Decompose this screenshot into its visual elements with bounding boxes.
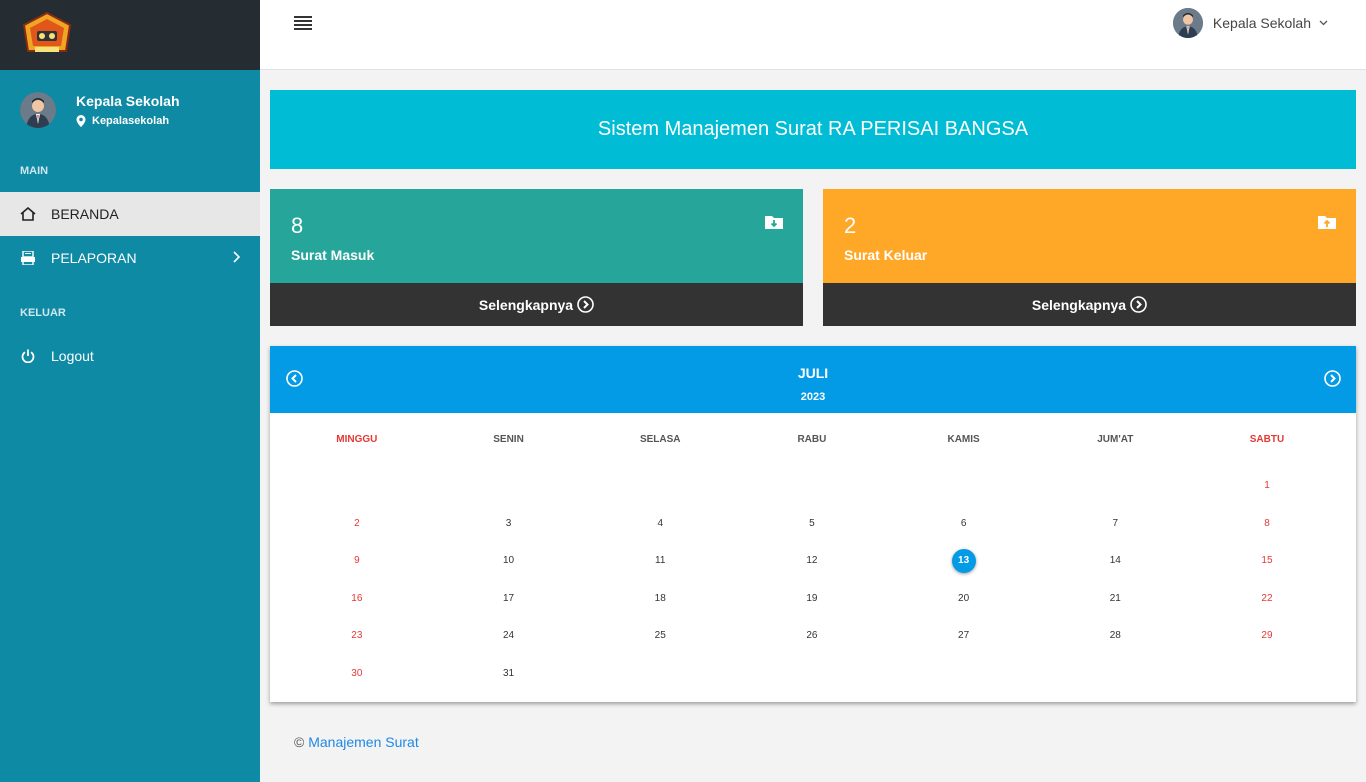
power-icon xyxy=(20,348,36,364)
calendar-day[interactable]: 10 xyxy=(433,542,585,580)
card-count: 2 xyxy=(844,213,857,238)
sidebar-item-label: BERANDA xyxy=(51,206,119,222)
copyright-symbol: © xyxy=(294,734,305,750)
calendar-day[interactable]: 7 xyxy=(1039,505,1191,543)
circle-arrow-right-icon xyxy=(577,296,594,313)
calendar-day-today[interactable]: 13 xyxy=(888,542,1040,580)
calendar-day[interactable]: 26 xyxy=(736,617,888,655)
footer: © Manajemen Surat xyxy=(294,734,419,750)
user-dropdown[interactable]: Kepala Sekolah xyxy=(1172,8,1328,38)
sidebar-user-role: Kepalasekolah xyxy=(76,115,180,127)
calendar-empty-cell xyxy=(888,467,1040,505)
calendar-empty-cell xyxy=(433,467,585,505)
sidebar-item-beranda[interactable]: BERANDA xyxy=(0,192,260,236)
card-count: 8 xyxy=(291,213,304,238)
calendar-day[interactable]: 14 xyxy=(1039,542,1191,580)
calendar-day[interactable]: 17 xyxy=(433,580,585,618)
weekday-header: JUM'AT xyxy=(1097,434,1134,445)
calendar-day[interactable]: 18 xyxy=(584,580,736,618)
calendar-day[interactable]: 6 xyxy=(888,505,1040,543)
folder-download-icon xyxy=(765,216,783,229)
school-logo-icon[interactable] xyxy=(20,11,74,59)
calendar-day[interactable]: 22 xyxy=(1191,580,1343,618)
avatar xyxy=(1172,8,1203,38)
card-surat-masuk: 8 Surat Masuk Selengkapnya xyxy=(270,189,803,326)
calendar-day[interactable]: 11 xyxy=(584,542,736,580)
sidebar: Kepala Sekolah Kepalasekolah MAIN BERAND… xyxy=(0,0,260,782)
calendar-month: JULI xyxy=(797,365,829,381)
printer-icon xyxy=(20,250,36,266)
calendar-day[interactable]: 9 xyxy=(281,542,433,580)
calendar-day[interactable]: 21 xyxy=(1039,580,1191,618)
card-body: 2 Surat Keluar xyxy=(823,189,1356,283)
calendar-day[interactable]: 30 xyxy=(281,655,433,693)
weekday-header: SENIN xyxy=(493,434,524,445)
next-month-icon[interactable] xyxy=(1324,370,1341,387)
calendar-day[interactable]: 1 xyxy=(1191,467,1343,505)
weekday-header: SABTU xyxy=(1249,434,1285,445)
calendar-day[interactable]: 25 xyxy=(584,617,736,655)
calendar-header: JULI 2023 xyxy=(270,346,1356,413)
card-more-text: Selengkapnya xyxy=(478,296,574,313)
calendar-day[interactable]: 2 xyxy=(281,505,433,543)
sidebar-user: Kepala Sekolah Kepalasekolah xyxy=(0,70,260,150)
sidebar-item-label: PELAPORAN xyxy=(51,250,137,266)
calendar-year: 2023 xyxy=(800,391,826,403)
card-more-link[interactable]: Selengkapnya xyxy=(823,283,1356,326)
chevron-down-icon xyxy=(1319,20,1328,26)
weekday-header: RABU xyxy=(797,434,827,445)
menu-toggle-icon[interactable] xyxy=(294,16,312,32)
avatar[interactable] xyxy=(20,92,56,128)
section-main-label: MAIN xyxy=(20,165,49,177)
calendar-day[interactable]: 20 xyxy=(888,580,1040,618)
page-title: Sistem Manajemen Surat RA PERISAI BANGSA xyxy=(597,118,1029,140)
weekday-header: KAMIS xyxy=(947,434,980,445)
card-surat-keluar: 2 Surat Keluar Selengkapnya xyxy=(823,189,1356,326)
section-keluar-label: KELUAR xyxy=(20,307,66,319)
home-icon xyxy=(20,206,36,222)
calendar-empty-cell xyxy=(736,467,888,505)
calendar-day[interactable]: 31 xyxy=(433,655,585,693)
calendar-day[interactable]: 5 xyxy=(736,505,888,543)
card-label: Surat Keluar xyxy=(844,247,928,263)
calendar-empty-cell xyxy=(584,467,736,505)
topbar-user-name: Kepala Sekolah xyxy=(1212,15,1311,31)
calendar: JULI 2023 MINGGU SENIN SELASA RABU KAMIS JUM'… xyxy=(270,346,1356,702)
sidebar-user-role-text: Kepalasekolah xyxy=(92,115,170,127)
card-more-link[interactable]: Selengkapnya xyxy=(270,283,803,326)
page-banner: Sistem Manajemen Surat RA PERISAI BANGSA xyxy=(270,90,1356,169)
sidebar-item-logout[interactable]: Logout xyxy=(0,334,260,378)
circle-arrow-right-icon xyxy=(1130,296,1147,313)
card-body: 8 Surat Masuk xyxy=(270,189,803,283)
weekday-header: MINGGU xyxy=(336,434,378,445)
calendar-day[interactable]: 24 xyxy=(433,617,585,655)
calendar-empty-cell xyxy=(1039,467,1191,505)
calendar-day[interactable]: 23 xyxy=(281,617,433,655)
calendar-grid: MINGGU SENIN SELASA RABU KAMIS JUM'AT SABTU 1 2 3… xyxy=(270,413,1356,693)
folder-upload-icon xyxy=(1318,216,1336,229)
card-more-text: Selengkapnya xyxy=(1031,296,1127,313)
sidebar-user-name: Kepala Sekolah xyxy=(76,93,180,109)
chevron-right-icon xyxy=(233,251,240,263)
calendar-day[interactable]: 3 xyxy=(433,505,585,543)
sidebar-item-pelaporan[interactable]: PELAPORAN xyxy=(0,236,260,280)
sidebar-item-label: Logout xyxy=(51,348,94,364)
calendar-day[interactable]: 15 xyxy=(1191,542,1343,580)
card-label: Surat Masuk xyxy=(291,247,375,263)
calendar-empty-cell xyxy=(281,467,433,505)
prev-month-icon[interactable] xyxy=(286,370,303,387)
calendar-day[interactable]: 29 xyxy=(1191,617,1343,655)
weekday-header: SELASA xyxy=(639,434,681,445)
calendar-day[interactable]: 27 xyxy=(888,617,1040,655)
calendar-day[interactable]: 19 xyxy=(736,580,888,618)
calendar-day[interactable]: 16 xyxy=(281,580,433,618)
calendar-day[interactable]: 8 xyxy=(1191,505,1343,543)
calendar-day[interactable]: 12 xyxy=(736,542,888,580)
calendar-day[interactable]: 4 xyxy=(584,505,736,543)
location-pin-icon xyxy=(76,115,86,127)
topbar: Kepala Sekolah xyxy=(260,0,1366,70)
calendar-day[interactable]: 28 xyxy=(1039,617,1191,655)
footer-link[interactable]: Manajemen Surat xyxy=(308,734,419,750)
logo-bar xyxy=(0,0,260,70)
